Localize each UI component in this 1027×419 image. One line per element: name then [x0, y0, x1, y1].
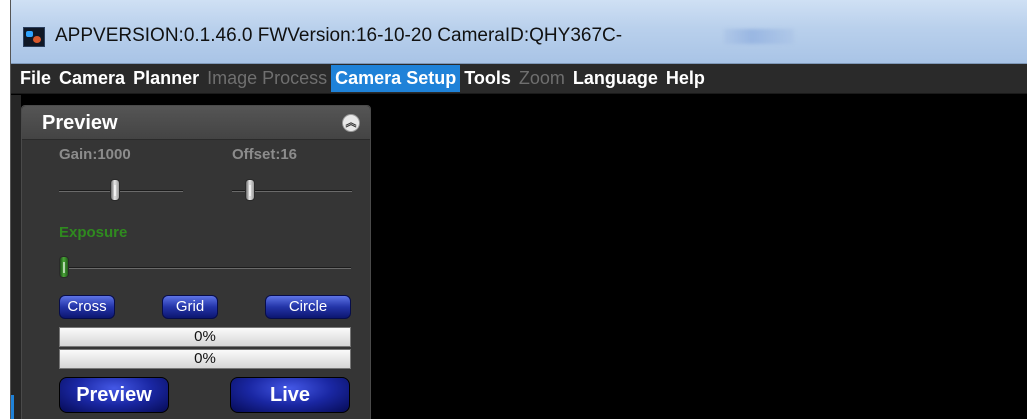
menu-item-zoom[interactable]: Zoom	[515, 65, 569, 92]
menu-item-language[interactable]: Language	[569, 65, 662, 92]
double-chevron-up-icon[interactable]: ︽	[342, 114, 360, 132]
exposure-slider-thumb[interactable]	[59, 256, 69, 278]
offset-label: Offset:16	[232, 146, 298, 163]
menu-item-image-process[interactable]: Image Process	[203, 65, 331, 92]
preview-panel: Preview ︽ Gain:1000 Offset:16 Exposure C…	[21, 105, 371, 419]
left-border	[11, 95, 21, 419]
preview-panel-header[interactable]: Preview ︽	[22, 106, 370, 140]
live-button[interactable]: Live	[230, 377, 350, 413]
grid-button[interactable]: Grid	[162, 295, 218, 319]
gain-slider-track[interactable]	[59, 190, 183, 192]
offset-slider-thumb[interactable]	[245, 179, 256, 201]
progress-bar-2: 0%	[59, 349, 351, 369]
left-edge-accent	[11, 395, 14, 419]
menu-item-camera[interactable]: Camera	[55, 65, 129, 92]
preview-panel-title: Preview	[42, 112, 118, 134]
menu-item-file[interactable]: File	[16, 65, 55, 92]
gain-label: Gain:1000	[59, 146, 131, 163]
image-viewport[interactable]	[371, 95, 1027, 419]
menu-item-help[interactable]: Help	[662, 65, 709, 92]
redacted-camera-id	[724, 29, 794, 44]
app-window: APPVERSION:0.1.46.0 FWVersion:16-10-20 C…	[10, 0, 1027, 419]
menu-item-tools[interactable]: Tools	[460, 65, 515, 92]
menu-bar: File Camera Planner Image Process Camera Set…	[11, 64, 1027, 94]
gain-slider-thumb[interactable]	[110, 179, 121, 201]
menu-item-camera-setup[interactable]: Camera Setup	[331, 65, 461, 92]
preview-button[interactable]: Preview	[59, 377, 169, 413]
menu-item-planner[interactable]: Planner	[129, 65, 203, 92]
window-title: APPVERSION:0.1.46.0 FWVersion:16-10-20 C…	[55, 25, 623, 46]
app-logo-icon	[23, 27, 45, 47]
exposure-label: Exposure	[59, 224, 128, 241]
cross-button[interactable]: Cross	[59, 295, 115, 319]
circle-button[interactable]: Circle	[265, 295, 351, 319]
progress-bar-1: 0%	[59, 327, 351, 347]
title-bar[interactable]: APPVERSION:0.1.46.0 FWVersion:16-10-20 C…	[11, 0, 1027, 64]
exposure-slider-track[interactable]	[59, 267, 351, 269]
